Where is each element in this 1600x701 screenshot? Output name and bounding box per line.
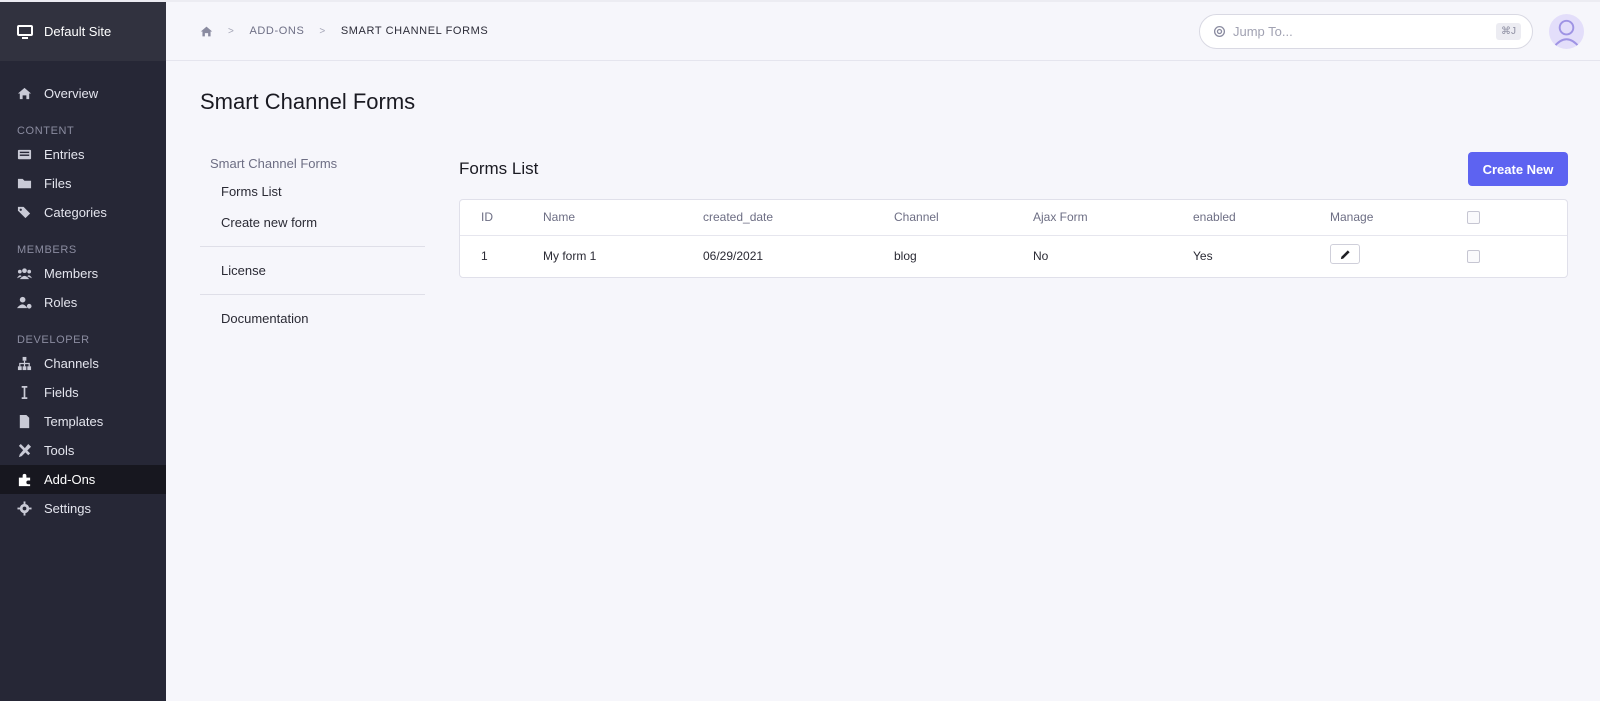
breadcrumb-addons[interactable]: ADD-ONS [249,25,304,37]
nav-section-members: MEMBERS [17,244,77,256]
nav-section-content: CONTENT [17,125,75,137]
nav-label: Entries [44,147,85,162]
home-icon[interactable] [200,25,213,38]
search-icon [1213,25,1226,38]
nav-label: Files [44,176,72,191]
breadcrumb-current: SMART CHANNEL FORMS [340,25,489,37]
nav-item-files[interactable]: Files [0,169,166,198]
nav-label: Members [44,266,99,281]
nav-item-categories[interactable]: Categories [0,198,166,227]
breadcrumb: > ADD-ONS > SMART CHANNEL FORMS [200,25,488,38]
site-switcher[interactable]: Default Site [0,0,166,61]
subnav-forms-list[interactable]: Forms List [200,176,425,207]
tags-icon [17,206,31,219]
create-new-button[interactable]: Create New [1468,152,1568,186]
subnav-create-new-form[interactable]: Create new form [200,207,425,238]
col-header-channel[interactable]: Channel [894,200,1033,236]
jump-to-search[interactable]: ⌘J [1199,14,1533,49]
nav-label: Tools [44,443,75,458]
nav-item-members[interactable]: Members [0,259,166,288]
text-cursor-icon [21,386,28,399]
nav-item-settings[interactable]: Settings [0,494,166,523]
site-name: Default Site [44,24,112,39]
select-all-checkbox[interactable] [1467,211,1480,225]
tools-icon [18,443,32,458]
nav-item-channels[interactable]: Channels [0,349,166,378]
subnav-license[interactable]: License [200,255,425,286]
forms-list-title: Forms List [459,159,539,178]
cell-channel: blog [894,249,917,264]
addon-subnav: Smart Channel Forms Forms List Create ne… [200,150,425,334]
nav-label: Add-Ons [44,472,96,487]
breadcrumb-separator: > [228,25,235,37]
home-icon [17,87,32,100]
nav-item-tools[interactable]: Tools [0,436,166,465]
nav-label: Categories [44,205,107,220]
page-title: Smart Channel Forms [200,89,416,114]
cell-select [1467,235,1567,277]
main-nav: Overview CONTENT Entries Files Categorie… [0,61,166,523]
sidebar: Default Site Overview CONTENT Entries Fi… [0,0,166,701]
folder-icon [17,178,32,189]
user-cog-icon [17,296,32,309]
divider [200,246,425,247]
divider [200,294,425,295]
nav-label: Channels [44,356,99,371]
cell-id: 1 [481,249,488,264]
nav-section-developer: DEVELOPER [17,334,90,346]
col-header-ajax-form[interactable]: Ajax Form [1033,200,1193,236]
col-header-select [1467,200,1567,236]
jump-to-input[interactable] [1233,24,1473,39]
row-checkbox[interactable] [1467,250,1480,264]
puzzle-icon [18,473,31,487]
users-icon [17,268,32,280]
cell-manage [1330,235,1467,277]
shortcut-badge: ⌘J [1496,23,1521,40]
col-header-enabled[interactable]: enabled [1193,200,1330,236]
forms-table: ID Name created_date Channel Ajax Form e… [459,199,1568,278]
nav-label: Overview [44,86,99,101]
nav-label: Fields [44,385,79,400]
avatar[interactable] [1549,14,1584,49]
topbar: > ADD-ONS > SMART CHANNEL FORMS ⌘J [166,0,1600,61]
cell-enabled: Yes [1193,249,1213,264]
edit-button[interactable] [1330,244,1360,265]
gear-icon [17,501,32,516]
cell-ajax-form: No [1033,249,1049,264]
monitor-icon [17,24,33,39]
table-row: 1 My form 1 06/29/2021 blog No Yes [460,235,1567,277]
breadcrumb-separator: > [319,25,326,37]
user-avatar-icon [1553,19,1580,48]
col-header-created-date[interactable]: created_date [703,200,894,236]
nav-item-templates[interactable]: Templates [0,407,166,436]
cell-name: My form 1 [543,249,597,264]
cell-created-date: 06/29/2021 [703,249,764,264]
col-header-manage: Manage [1330,200,1467,236]
entries-icon [17,149,32,160]
nav-item-overview[interactable]: Overview [0,79,166,108]
col-header-name[interactable]: Name [543,200,703,236]
nav-item-fields[interactable]: Fields [0,378,166,407]
subnav-heading: Smart Channel Forms [210,155,338,171]
table-header-row: ID Name created_date Channel Ajax Form e… [460,200,1567,236]
nav-label: Templates [44,414,104,429]
file-icon [19,414,30,429]
sitemap-icon [17,356,32,371]
col-header-id[interactable]: ID [460,200,543,236]
nav-label: Settings [44,501,91,516]
subnav-documentation[interactable]: Documentation [200,303,425,334]
nav-item-entries[interactable]: Entries [0,140,166,169]
nav-item-addons[interactable]: Add-Ons [0,465,166,494]
pencil-icon [1340,250,1350,259]
nav-item-roles[interactable]: Roles [0,288,166,317]
nav-label: Roles [44,295,78,310]
